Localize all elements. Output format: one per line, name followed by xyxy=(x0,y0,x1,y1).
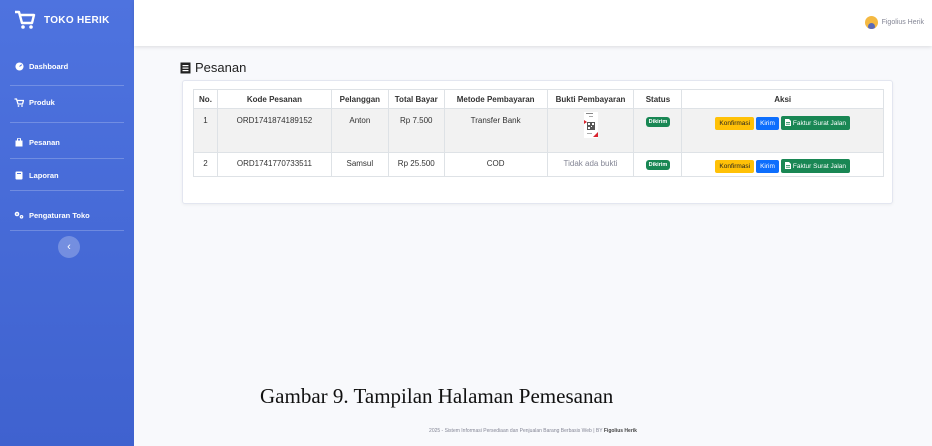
cell-no: 2 xyxy=(193,152,218,177)
sidebar-item-label: Produk xyxy=(29,97,55,107)
column-header: Pelanggan xyxy=(330,89,389,109)
invoice-button[interactable]: Faktur Surat Jalan xyxy=(780,159,851,173)
orders-card: No. Kode Pesanan Pelanggan Total Bayar M… xyxy=(182,80,893,204)
cell-total-bayar: Rp 25.500 xyxy=(387,152,445,177)
cell-aksi: Konfirmasi Kirim Faktur Surat Jalan xyxy=(681,152,884,177)
table-header-row: No. Kode Pesanan Pelanggan Total Bayar M… xyxy=(193,89,884,109)
cell-aksi: Konfirmasi Kirim Faktur Surat Jalan xyxy=(681,108,884,153)
column-header: Kode Pesanan xyxy=(216,89,332,109)
sidebar-item-label: Laporan xyxy=(29,170,59,180)
sidebar-divider xyxy=(10,158,124,159)
chevron-left-icon: ‹ xyxy=(67,241,71,253)
cell-kode-pesanan: ORD1741874189152 xyxy=(216,108,332,153)
sidebar-item-dashboard[interactable]: Dashboard xyxy=(14,61,68,71)
table-row: 1 ORD1741874189152 Anton Rp 7.500 Transf… xyxy=(193,108,884,153)
invoice-button-label: Faktur Surat Jalan xyxy=(792,120,847,127)
sidebar-item-produk[interactable]: Produk xyxy=(14,97,55,107)
avatar xyxy=(864,16,878,29)
confirm-button[interactable]: Konfirmasi xyxy=(715,117,755,130)
footer: 2025 - Sistem Informasi Persediaan dan P… xyxy=(134,428,932,434)
footer-text: 2025 - Sistem Informasi Persediaan dan P… xyxy=(429,428,604,434)
cell-metode-pembayaran: Transfer Bank xyxy=(443,108,548,153)
column-header: Bukti Pembayaran xyxy=(546,89,635,109)
column-header: Metode Pembayaran xyxy=(443,89,548,109)
brand[interactable]: TOKO HERIK xyxy=(0,0,134,40)
sidebar-divider xyxy=(10,190,124,191)
cell-kode-pesanan: ORD1741770733511 xyxy=(216,152,332,177)
cell-total-bayar: Rp 7.500 xyxy=(387,108,445,153)
page-title: Pesanan xyxy=(180,60,246,75)
document-icon xyxy=(784,162,791,169)
sidebar-item-label: Pesanan xyxy=(29,137,60,147)
cell-no: 1 xyxy=(193,108,218,153)
list-icon xyxy=(180,62,191,73)
column-header: No. xyxy=(193,89,218,109)
send-button[interactable]: Kirim xyxy=(756,117,779,130)
invoice-button[interactable]: Faktur Surat Jalan xyxy=(780,116,851,130)
cell-bukti-pembayaran xyxy=(546,108,635,153)
status-badge: Dikirim xyxy=(645,117,671,127)
sidebar-divider xyxy=(10,230,124,231)
cell-status: Dikirim xyxy=(633,108,683,153)
column-header: Aksi xyxy=(681,89,884,109)
table-row: 2 ORD1741770733511 Samsul Rp 25.500 COD … xyxy=(193,152,884,177)
user-menu[interactable]: Figolius Herik xyxy=(864,16,924,29)
cell-pelanggan: Samsul xyxy=(330,152,389,177)
sidebar-item-label: Dashboard xyxy=(29,61,69,71)
invoice-button-label: Faktur Surat Jalan xyxy=(792,163,847,170)
sidebar-divider xyxy=(10,122,124,123)
bag-icon xyxy=(14,137,24,147)
book-icon xyxy=(14,170,24,180)
payment-proof-thumbnail[interactable] xyxy=(583,112,598,138)
footer-author: Figolius Herik xyxy=(603,428,637,434)
confirm-button[interactable]: Konfirmasi xyxy=(715,160,755,173)
sidebar-item-label: Pengaturan Toko xyxy=(29,210,90,220)
shopping-cart-icon xyxy=(15,10,36,29)
brand-name: TOKO HERIK xyxy=(44,14,110,26)
sidebar: TOKO HERIK Dashboard Produk Pesanan Lapo… xyxy=(0,0,134,446)
sidebar-toggle-button[interactable]: ‹ xyxy=(58,236,80,258)
status-badge: Dikirim xyxy=(645,160,671,170)
cell-metode-pembayaran: COD xyxy=(443,152,548,177)
sidebar-divider xyxy=(10,85,124,86)
document-icon xyxy=(784,119,791,126)
send-button[interactable]: Kirim xyxy=(756,160,779,173)
sidebar-item-laporan[interactable]: Laporan xyxy=(14,170,59,180)
cell-pelanggan: Anton xyxy=(330,108,389,153)
topbar: Figolius Herik xyxy=(134,0,932,46)
figure-caption: Gambar 9. Tampilan Halaman Pemesanan xyxy=(260,384,614,408)
cell-bukti-pembayaran: Tidak ada bukti xyxy=(546,152,635,177)
dashboard-icon xyxy=(14,61,24,71)
column-header: Status xyxy=(633,89,683,109)
sidebar-item-pesanan[interactable]: Pesanan xyxy=(14,137,60,147)
page-title-text: Pesanan xyxy=(195,60,247,75)
orders-table: No. Kode Pesanan Pelanggan Total Bayar M… xyxy=(193,89,884,177)
column-header: Total Bayar xyxy=(387,89,445,109)
gears-icon xyxy=(14,210,24,220)
cart-icon xyxy=(14,97,24,107)
user-name: Figolius Herik xyxy=(881,19,924,26)
sidebar-item-pengaturan-toko[interactable]: Pengaturan Toko xyxy=(14,210,90,220)
cell-status: Dikirim xyxy=(633,152,683,177)
